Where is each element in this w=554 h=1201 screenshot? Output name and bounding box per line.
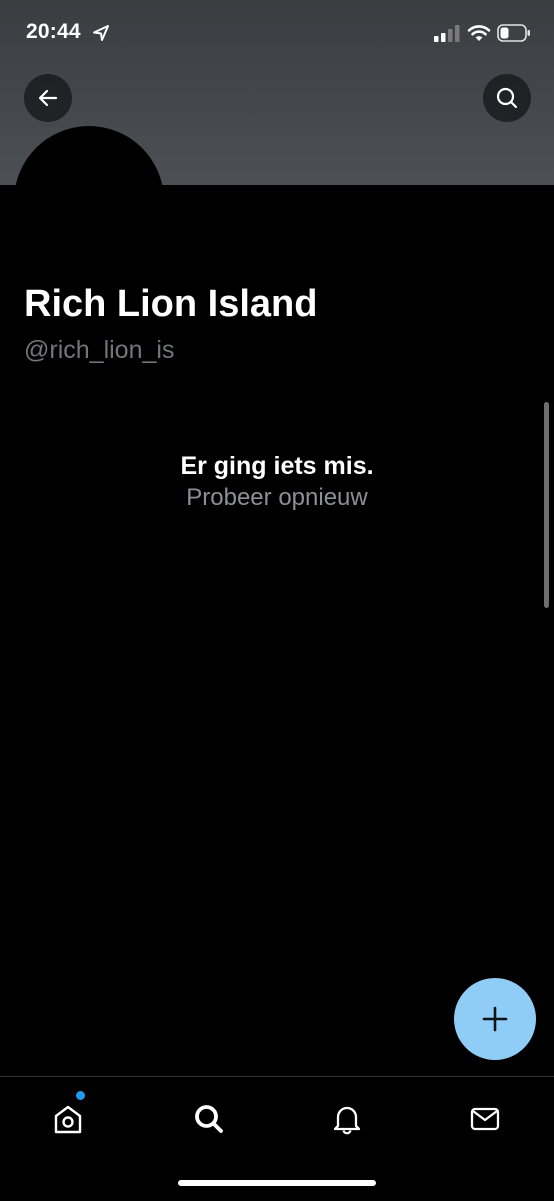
- error-message: Er ging iets mis. Probeer opnieuw: [0, 450, 554, 514]
- scroll-indicator[interactable]: [544, 402, 549, 608]
- search-icon: [496, 87, 518, 109]
- status-bar: 20:44: [0, 0, 554, 66]
- mail-icon: [470, 1107, 500, 1131]
- notification-dot: [76, 1091, 85, 1100]
- search-button[interactable]: [483, 74, 531, 122]
- battery-icon: [497, 24, 530, 42]
- signal-icon: [434, 25, 460, 42]
- home-indicator[interactable]: [178, 1180, 376, 1186]
- tab-notifications[interactable]: [323, 1095, 371, 1143]
- tab-explore[interactable]: [185, 1095, 233, 1143]
- home-icon: [54, 1105, 82, 1134]
- profile-handle: @rich_lion_is: [24, 336, 175, 364]
- profile-name: Rich Lion Island: [24, 283, 318, 325]
- tab-messages[interactable]: [461, 1095, 509, 1143]
- plus-icon: [482, 1006, 508, 1032]
- compose-button[interactable]: [454, 978, 536, 1060]
- wifi-icon: [467, 25, 491, 41]
- arrow-left-icon: [38, 89, 58, 107]
- search-icon: [195, 1105, 223, 1133]
- bell-icon: [333, 1106, 361, 1135]
- avatar[interactable]: [14, 126, 164, 276]
- error-title: Er ging iets mis.: [180, 452, 374, 480]
- retry-link[interactable]: Probeer opnieuw: [0, 482, 554, 514]
- back-button[interactable]: [24, 74, 72, 122]
- location-arrow-icon: [93, 25, 109, 41]
- tab-home[interactable]: [44, 1095, 92, 1143]
- status-time: 20:44: [26, 20, 81, 43]
